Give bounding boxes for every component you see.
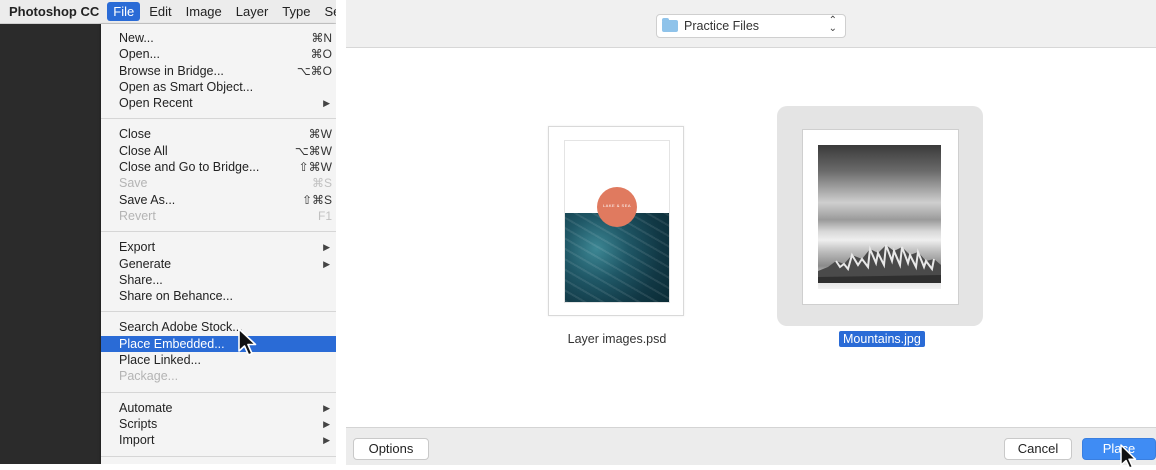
submenu-arrow-icon: ▶ <box>323 416 330 432</box>
file-name-mountains[interactable]: Mountains.jpg <box>839 331 925 347</box>
file-thumbnail-layer-images[interactable]: LAKE & SEA <box>548 126 684 316</box>
options-button[interactable]: Options <box>353 438 429 460</box>
menu-item-shortcut: ⇧⌘W <box>299 159 332 175</box>
folder-name: Practice Files <box>684 19 759 33</box>
photoshop-window: Photoshop CC File Edit Image Layer Type … <box>0 0 336 464</box>
folder-popup[interactable]: Practice Files ⌃⌄ <box>656 14 846 38</box>
menu-item-label: Close and Go to Bridge... <box>119 160 259 174</box>
menu-item-label: Package... <box>119 369 178 383</box>
menu-item-search-adobe-stock[interactable]: Search Adobe Stock... <box>101 319 336 335</box>
menu-type[interactable]: Type <box>275 0 317 23</box>
menu-item-label: Import <box>119 433 154 447</box>
mouse-cursor-icon <box>1119 444 1141 470</box>
menu-item-shortcut: ⌘W <box>309 126 332 142</box>
menu-item-generate[interactable]: Generate ▶ <box>101 256 336 272</box>
menu-item-close-and-go-to-bridge[interactable]: Close and Go to Bridge... ⇧⌘W <box>101 159 336 175</box>
menu-separator <box>101 231 336 232</box>
menu-item-save-as[interactable]: Save As... ⇧⌘S <box>101 192 336 208</box>
menu-item-label: Save <box>119 176 148 190</box>
chevron-updown-icon: ⌃⌄ <box>829 17 837 33</box>
menu-item-label: Generate <box>119 257 171 271</box>
menu-item-shortcut: ⇧⌘S <box>302 192 332 208</box>
file-name-layer-images[interactable]: Layer images.psd <box>542 332 692 346</box>
menu-item-label: Share... <box>119 273 163 287</box>
menu-separator <box>101 311 336 312</box>
menu-item-open[interactable]: Open... ⌘O <box>101 46 336 62</box>
menu-item-label: Share on Behance... <box>119 289 233 303</box>
menu-item-label: Search Adobe Stock... <box>119 320 243 334</box>
menu-item-close-all[interactable]: Close All ⌥⌘W <box>101 143 336 159</box>
submenu-arrow-icon: ▶ <box>323 400 330 416</box>
menu-item-label: Place Linked... <box>119 353 201 367</box>
menu-item-shortcut: ⌥⌘W <box>295 143 332 159</box>
cancel-button[interactable]: Cancel <box>1004 438 1072 460</box>
menu-item-label: Save As... <box>119 193 175 207</box>
submenu-arrow-icon: ▶ <box>323 256 330 272</box>
menu-item-label: Close All <box>119 144 168 158</box>
menu-item-label: Close <box>119 127 151 141</box>
menu-item-place-linked[interactable]: Place Linked... <box>101 352 336 368</box>
menu-item-open-recent[interactable]: Open Recent ▶ <box>101 95 336 111</box>
menu-item-label: Browse in Bridge... <box>119 64 224 78</box>
menu-image[interactable]: Image <box>179 0 229 23</box>
folder-icon <box>662 20 678 32</box>
mountain-silhouette <box>818 237 941 283</box>
menu-item-label: Revert <box>119 209 156 223</box>
menu-separator <box>101 456 336 457</box>
menu-separator <box>101 392 336 393</box>
menu-item-place-embedded[interactable]: Place Embedded... <box>101 336 336 352</box>
menu-layer[interactable]: Layer <box>229 0 276 23</box>
menu-item-label: Open Recent <box>119 96 193 110</box>
menu-item-shortcut: ⌘N <box>311 30 332 46</box>
menu-select[interactable]: Sel <box>317 0 336 23</box>
menu-item-shortcut: ⌥⌘O <box>297 63 332 79</box>
menu-bar: Photoshop CC File Edit Image Layer Type … <box>0 0 336 24</box>
menu-item-label: New... <box>119 31 154 45</box>
submenu-arrow-icon: ▶ <box>323 95 330 111</box>
menu-item-save: Save ⌘S <box>101 175 336 191</box>
dialog-footer: Options Cancel Place <box>346 427 1156 465</box>
menu-item-import[interactable]: Import ▶ <box>101 432 336 448</box>
menu-separator <box>101 118 336 119</box>
menu-item-open-as-smart-object[interactable]: Open as Smart Object... <box>101 79 336 95</box>
submenu-arrow-icon: ▶ <box>323 239 330 255</box>
menu-item-close[interactable]: Close ⌘W <box>101 126 336 142</box>
menu-item-share[interactable]: Share... <box>101 272 336 288</box>
app-menu[interactable]: Photoshop CC <box>0 0 105 23</box>
menu-item-label: Scripts <box>119 417 157 431</box>
menu-edit[interactable]: Edit <box>142 0 178 23</box>
menu-item-label: Place Embedded... <box>119 337 225 351</box>
workspace-background <box>0 24 101 464</box>
menu-item-shortcut: F1 <box>318 208 332 224</box>
circle-graphic-text: LAKE & SEA <box>597 203 637 208</box>
circle-graphic: LAKE & SEA <box>597 187 637 227</box>
place-dialog: Practice Files ⌃⌄ LAKE & SEA Layer image… <box>346 0 1156 464</box>
menu-item-label: Open... <box>119 47 160 61</box>
menu-item-label: Export <box>119 240 155 254</box>
menu-item-scripts[interactable]: Scripts ▶ <box>101 416 336 432</box>
mouse-cursor-icon <box>236 327 260 359</box>
submenu-arrow-icon: ▶ <box>323 432 330 448</box>
mountains-photo <box>818 145 941 289</box>
menu-item-shortcut: ⌘S <box>312 175 332 191</box>
file-menu-dropdown: New...⌘NOpen...⌘OBrowse in Bridge...⌥⌘OO… <box>101 24 336 464</box>
menu-item-browse-in-bridge[interactable]: Browse in Bridge... ⌥⌘O <box>101 63 336 79</box>
menu-item-revert: Revert F1 <box>101 208 336 224</box>
thumbnail-preview: LAKE & SEA <box>564 140 670 303</box>
file-thumbnail-mountains[interactable] <box>802 129 959 305</box>
menu-item-label: Automate <box>119 401 173 415</box>
menu-item-export[interactable]: Export ▶ <box>101 239 336 255</box>
menu-item-share-on-behance[interactable]: Share on Behance... <box>101 288 336 304</box>
menu-item-package: Package... <box>101 368 336 384</box>
menu-file[interactable]: File <box>107 2 140 21</box>
menu-item-automate[interactable]: Automate ▶ <box>101 400 336 416</box>
menu-item-label: Open as Smart Object... <box>119 80 253 94</box>
dialog-toolbar: Practice Files ⌃⌄ <box>346 0 1156 48</box>
menu-item-shortcut: ⌘O <box>311 46 332 62</box>
menu-item-new[interactable]: New... ⌘N <box>101 30 336 46</box>
